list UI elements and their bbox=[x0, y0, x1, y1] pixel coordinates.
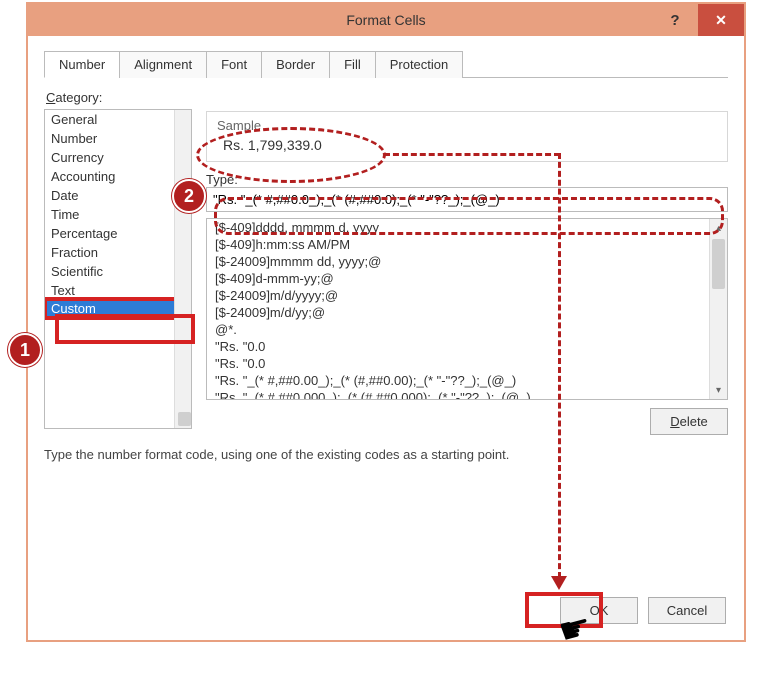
scroll-down-icon[interactable]: ▾ bbox=[710, 381, 727, 399]
titlebar: Format Cells ? ✕ bbox=[28, 4, 744, 36]
format-cells-dialog: Format Cells ? ✕ Number Alignment Font B… bbox=[26, 2, 746, 642]
ok-button[interactable]: OK bbox=[560, 597, 638, 624]
cancel-button[interactable]: Cancel bbox=[648, 597, 726, 624]
scroll-up-icon[interactable]: ▴ bbox=[710, 219, 727, 237]
category-item-time[interactable]: Time bbox=[45, 205, 191, 224]
category-item-number[interactable]: Number bbox=[45, 129, 191, 148]
category-item-fraction[interactable]: Fraction bbox=[45, 243, 191, 262]
help-button[interactable]: ? bbox=[652, 4, 698, 36]
type-list-scrollbar[interactable]: ▴ ▾ bbox=[709, 219, 727, 399]
type-list-item[interactable]: [$-409]d-mmm-yy;@ bbox=[207, 270, 707, 287]
category-item-currency[interactable]: Currency bbox=[45, 148, 191, 167]
tab-number[interactable]: Number bbox=[44, 51, 120, 78]
category-scrollbar[interactable] bbox=[174, 110, 191, 428]
dialog-title: Format Cells bbox=[346, 12, 425, 28]
tab-border[interactable]: Border bbox=[261, 51, 330, 78]
sample-value: Rs. 1,799,339.0 bbox=[217, 137, 717, 153]
annotation-badge-2: 2 bbox=[172, 179, 206, 213]
tab-fill[interactable]: Fill bbox=[329, 51, 376, 78]
type-list-item[interactable]: @*. bbox=[207, 321, 707, 338]
tabstrip: Number Alignment Font Border Fill Protec… bbox=[44, 50, 728, 78]
type-listbox[interactable]: [$-409]dddd, mmmm d, yyyy [$-409]h:mm:ss… bbox=[206, 218, 728, 400]
type-input[interactable] bbox=[206, 187, 728, 212]
category-label: Category: bbox=[46, 90, 728, 105]
tab-font[interactable]: Font bbox=[206, 51, 262, 78]
type-label: Type: bbox=[206, 172, 728, 187]
category-item-custom[interactable]: Custom bbox=[45, 299, 191, 318]
type-list-item[interactable]: "Rs. "_(* #,##0.000_);_(* (#,##0.000);_(… bbox=[207, 389, 707, 400]
type-list-item[interactable]: "Rs. "_(* #,##0.00_);_(* (#,##0.00);_(* … bbox=[207, 372, 707, 389]
category-listbox[interactable]: General Number Currency Accounting Date … bbox=[44, 109, 192, 429]
type-list-item[interactable]: [$-24009]mmmm dd, yyyy;@ bbox=[207, 253, 707, 270]
type-list-item[interactable]: [$-409]h:mm:ss AM/PM bbox=[207, 236, 707, 253]
annotation-badge-1: 1 bbox=[8, 333, 42, 367]
type-list-item[interactable]: [$-409]dddd, mmmm d, yyyy bbox=[207, 219, 707, 236]
tab-protection[interactable]: Protection bbox=[375, 51, 464, 78]
category-item-text[interactable]: Text bbox=[45, 281, 191, 300]
category-item-percentage[interactable]: Percentage bbox=[45, 224, 191, 243]
type-list-item[interactable]: "Rs. "0.0 bbox=[207, 355, 707, 372]
type-list-item[interactable]: [$-24009]m/d/yyyy;@ bbox=[207, 287, 707, 304]
category-item-date[interactable]: Date bbox=[45, 186, 191, 205]
tab-alignment[interactable]: Alignment bbox=[119, 51, 207, 78]
hint-text: Type the number format code, using one o… bbox=[44, 447, 728, 462]
category-item-scientific[interactable]: Scientific bbox=[45, 262, 191, 281]
type-list-item[interactable]: [$-24009]m/d/yy;@ bbox=[207, 304, 707, 321]
close-button[interactable]: ✕ bbox=[698, 4, 744, 36]
category-item-general[interactable]: General bbox=[45, 110, 191, 129]
category-item-accounting[interactable]: Accounting bbox=[45, 167, 191, 186]
delete-button[interactable]: Delete bbox=[650, 408, 728, 435]
type-list-item[interactable]: "Rs. "0.0 bbox=[207, 338, 707, 355]
sample-label: Sample bbox=[217, 118, 717, 133]
sample-group: Sample Rs. 1,799,339.0 bbox=[206, 111, 728, 162]
